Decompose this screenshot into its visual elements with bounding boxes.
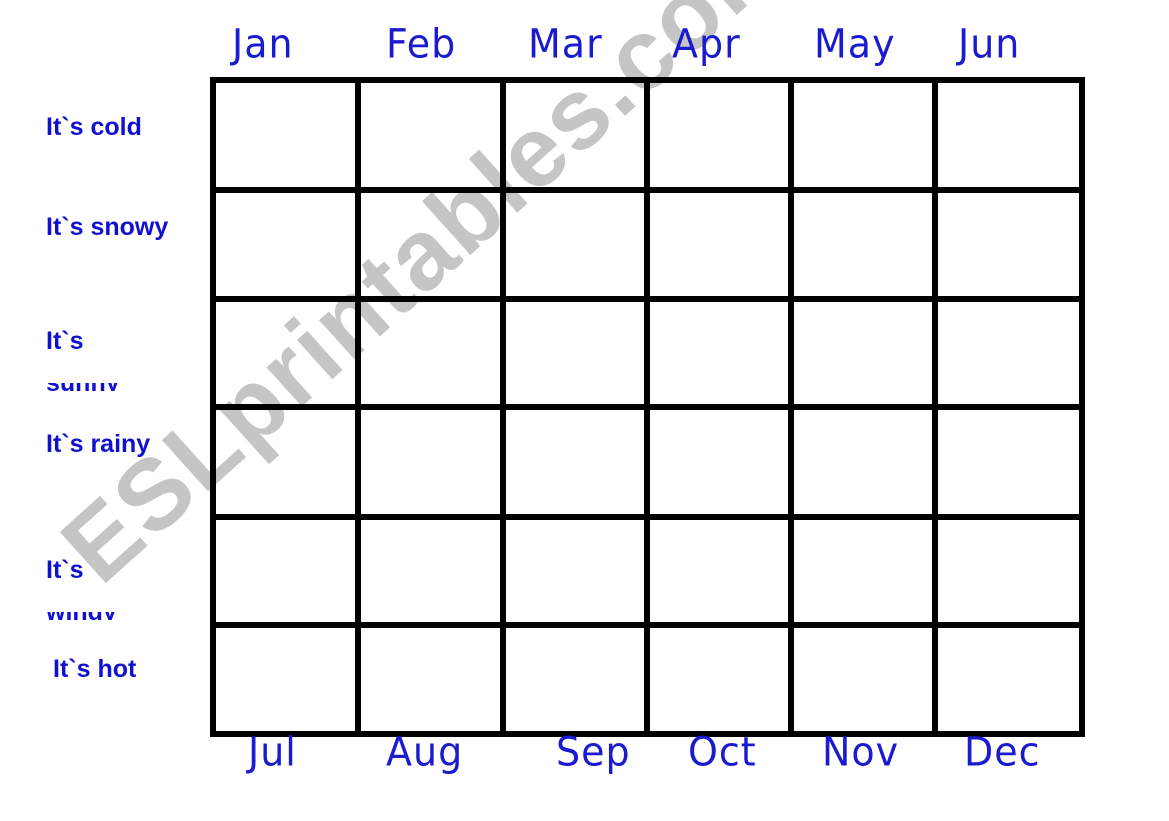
month-header: Jan <box>232 20 294 68</box>
grid-cell[interactable] <box>788 404 938 520</box>
grid-cell[interactable] <box>210 296 361 410</box>
grid-cell[interactable] <box>355 296 506 410</box>
month-header: Sep <box>556 728 631 776</box>
month-header: Mar <box>528 20 603 68</box>
grid-cell[interactable] <box>644 77 794 193</box>
grid-cell[interactable] <box>355 514 506 628</box>
month-header: Aug <box>386 728 464 776</box>
row-label-line2: sunny <box>46 383 120 391</box>
month-header: Jul <box>248 728 297 776</box>
row-label: It`s rainy <box>46 430 151 458</box>
grid-cell[interactable] <box>932 404 1085 520</box>
grid-cell[interactable] <box>355 187 506 302</box>
grid-cell[interactable] <box>932 514 1085 628</box>
row-label-clipped-line: windy <box>46 612 117 620</box>
grid-cell[interactable] <box>644 514 794 628</box>
grid-cell[interactable] <box>210 187 361 302</box>
grid-cell[interactable] <box>644 622 794 737</box>
grid-cell[interactable] <box>210 622 361 737</box>
grid-cell[interactable] <box>210 514 361 628</box>
month-header: Oct <box>688 728 757 776</box>
grid-cell[interactable] <box>500 187 650 302</box>
month-header: Feb <box>386 20 457 68</box>
month-header: Dec <box>964 728 1041 776</box>
grid-cell[interactable] <box>355 77 506 193</box>
grid-cell[interactable] <box>500 514 650 628</box>
grid-cell[interactable] <box>500 77 650 193</box>
grid-cell[interactable] <box>788 77 938 193</box>
grid-cell[interactable] <box>355 404 506 520</box>
grid-cell[interactable] <box>788 296 938 410</box>
grid-cell[interactable] <box>932 296 1085 410</box>
row-label: It`s <box>46 556 84 584</box>
month-header: May <box>814 20 896 68</box>
grid-cell[interactable] <box>210 404 361 520</box>
month-header: Apr <box>672 20 741 68</box>
row-label-line2: windy <box>46 612 117 620</box>
grid-cell[interactable] <box>644 404 794 520</box>
grid-cell[interactable] <box>500 404 650 520</box>
row-label: It`s snowy <box>46 213 169 241</box>
grid-cell[interactable] <box>500 622 650 737</box>
grid-cell[interactable] <box>644 187 794 302</box>
grid-cell[interactable] <box>932 622 1085 737</box>
month-header: Jun <box>958 20 1021 68</box>
grid-cell[interactable] <box>788 514 938 628</box>
grid-cell[interactable] <box>500 296 650 410</box>
row-label-clipped-line: sunny <box>46 383 120 391</box>
row-label: It`s <box>46 327 84 355</box>
grid-cell[interactable] <box>210 77 361 193</box>
grid-cell[interactable] <box>355 622 506 737</box>
grid-cell[interactable] <box>932 77 1085 193</box>
weather-grid <box>210 77 1085 737</box>
row-label: It`s hot <box>53 655 137 683</box>
grid-cell[interactable] <box>644 296 794 410</box>
grid-cell[interactable] <box>788 622 938 737</box>
month-header: Nov <box>822 728 900 776</box>
grid-cell[interactable] <box>932 187 1085 302</box>
grid-cell[interactable] <box>788 187 938 302</box>
row-label: It`s cold <box>46 113 142 141</box>
